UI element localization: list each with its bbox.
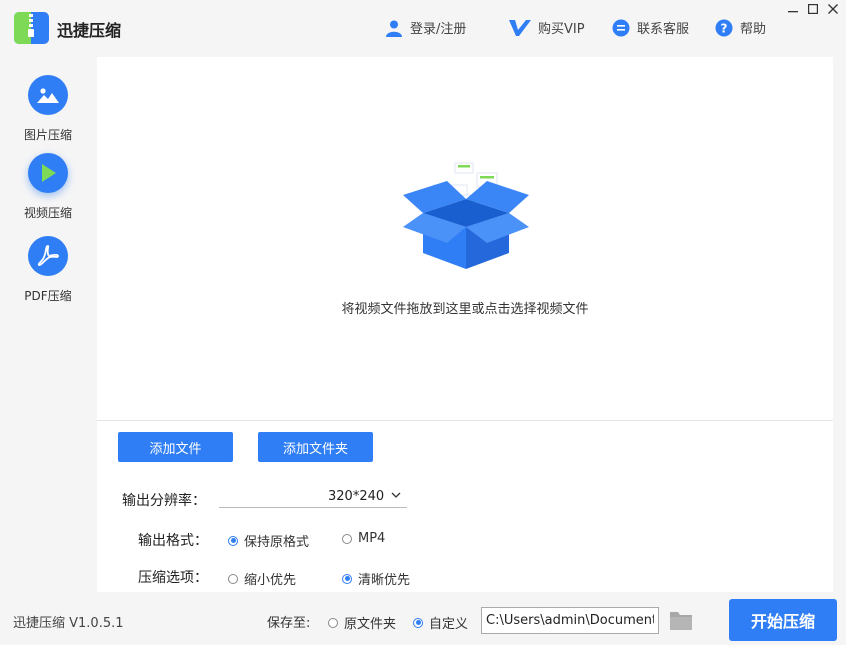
image-icon	[37, 88, 59, 103]
resolution-label: 输出分辨率：	[122, 493, 206, 509]
output-path-input[interactable]	[481, 607, 659, 634]
compress-option-clarity-first[interactable]: 清晰优先	[342, 569, 410, 588]
sidebar-item-image-compress[interactable]: 图片压缩	[0, 75, 96, 143]
vip-icon	[509, 19, 531, 36]
app-title: 迅捷压缩	[57, 21, 122, 40]
minimize-button[interactable]	[783, 0, 803, 18]
buy-vip-label: 购买VIP	[538, 22, 585, 37]
radio-selected-icon	[342, 573, 352, 584]
sidebar-item-label: 视频压缩	[23, 206, 72, 220]
folder-icon[interactable]	[669, 609, 693, 631]
add-file-button[interactable]: 添加文件	[118, 432, 233, 462]
format-option-label: 保持原格式	[244, 535, 310, 550]
sidebar-item-label: PDF压缩	[24, 289, 72, 303]
close-icon	[828, 4, 838, 14]
chat-icon	[612, 19, 630, 36]
format-option-mp4[interactable]: MP4	[342, 531, 385, 546]
format-option-original[interactable]: 保持原格式	[228, 531, 309, 550]
user-icon	[386, 20, 402, 37]
open-box-icon	[403, 162, 529, 269]
compress-option-text: 缩小优先	[244, 573, 297, 588]
help-icon: ?	[715, 19, 733, 36]
format-label: 输出格式：	[138, 533, 208, 549]
add-folder-button[interactable]: 添加文件夹	[258, 432, 373, 462]
resolution-value: 320*240	[328, 489, 385, 504]
app-logo-icon	[14, 12, 49, 44]
compress-option-size-first[interactable]: 缩小优先	[228, 569, 296, 588]
help-label: 帮助	[740, 22, 767, 37]
main-panel: 将视频文件拖放到这里或点击选择视频文件	[97, 57, 833, 592]
resolution-select[interactable]: 320*240	[219, 488, 407, 508]
chevron-down-icon	[391, 492, 401, 498]
maximize-button[interactable]	[803, 0, 823, 18]
save-option-original-folder[interactable]: 原文件夹	[328, 613, 396, 632]
save-option-label: 自定义	[429, 617, 469, 632]
format-option-label: MP4	[358, 531, 386, 546]
compress-option-label: 压缩选项：	[138, 570, 208, 586]
save-option-label: 原文件夹	[344, 617, 397, 632]
sidebar-icon-circle	[28, 153, 68, 193]
maximize-icon	[808, 4, 818, 14]
compress-option-text: 清晰优先	[358, 573, 411, 588]
login-link[interactable]: 登录/注册	[385, 18, 466, 37]
start-compress-button[interactable]: 开始压缩	[729, 599, 837, 641]
sidebar-item-video-compress[interactable]: 视频压缩	[0, 153, 96, 221]
sidebar-icon-circle	[28, 236, 68, 276]
help-link[interactable]: ? 帮助	[715, 18, 766, 37]
app-version: 迅捷压缩 V1.0.5.1	[13, 616, 124, 631]
play-icon	[42, 164, 56, 182]
file-drop-zone[interactable]: 将视频文件拖放到这里或点击选择视频文件	[97, 57, 833, 421]
radio-unselected-icon	[328, 617, 338, 628]
title-bar: 迅捷压缩 登录/注册 购买VIP 联系客服 ? 帮助	[0, 0, 846, 56]
save-to-label: 保存至:	[267, 616, 311, 631]
drop-hint: 将视频文件拖放到这里或点击选择视频文件	[341, 302, 589, 317]
customer-service-label: 联系客服	[637, 22, 690, 37]
radio-unselected-icon	[228, 573, 238, 584]
radio-unselected-icon	[342, 533, 352, 544]
buy-vip-link[interactable]: 购买VIP	[509, 18, 585, 37]
radio-selected-icon	[228, 535, 238, 546]
pdf-icon	[37, 245, 59, 266]
minimize-icon	[788, 11, 798, 13]
close-button[interactable]	[823, 0, 843, 18]
sidebar-item-label: 图片压缩	[23, 128, 72, 142]
sidebar-icon-circle	[28, 75, 68, 115]
save-option-custom[interactable]: 自定义	[413, 613, 468, 632]
customer-service-link[interactable]: 联系客服	[612, 18, 689, 37]
radio-selected-icon	[413, 617, 423, 628]
sidebar-item-pdf-compress[interactable]: PDF压缩	[0, 236, 96, 304]
svg-text:?: ?	[721, 21, 728, 35]
login-label: 登录/注册	[410, 22, 467, 37]
